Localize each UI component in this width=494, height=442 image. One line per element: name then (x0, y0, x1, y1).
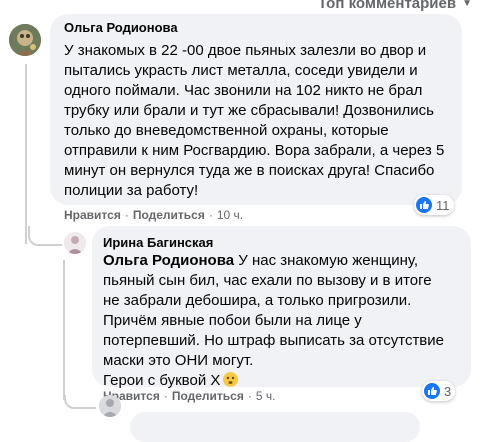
thread-connector (64, 395, 96, 409)
comment-text: Ольга Родионова У нас знакомую женщину, … (103, 251, 468, 391)
smile-emoji-icon (223, 372, 239, 387)
mention-link[interactable]: Ольга Родионова (103, 252, 234, 269)
comment-bubble (130, 412, 420, 442)
thread-connector (28, 226, 62, 246)
avatar[interactable] (99, 395, 121, 417)
share-button[interactable]: Поделиться (133, 208, 205, 222)
comment-body: У нас знакомую женщину, пьяный сын бил, … (103, 252, 445, 389)
comment-timestamp[interactable]: 5 ч. (256, 389, 276, 403)
comment-author[interactable]: Ирина Багинская (103, 235, 213, 250)
share-button[interactable]: Поделиться (172, 389, 244, 403)
sort-label: Топ комментариев (317, 0, 457, 12)
like-button[interactable]: Нравится (64, 208, 121, 222)
sort-menu[interactable]: Топ комментариев ▼ (318, 0, 472, 12)
comment-timestamp[interactable]: 10 ч. (217, 208, 243, 222)
comment-actions: Нравится · Поделиться · 5 ч. (103, 389, 276, 403)
avatar[interactable] (64, 232, 86, 254)
reaction-badge[interactable]: 3 (422, 381, 456, 401)
like-icon (416, 197, 432, 213)
like-icon (424, 383, 440, 399)
comment-actions: Нравится · Поделиться · 10 ч. (64, 208, 244, 222)
reaction-count: 11 (436, 197, 450, 213)
chevron-down-icon: ▼ (462, 0, 472, 9)
thread-line (63, 260, 67, 400)
comment-author[interactable]: Ольга Родионова (64, 20, 178, 35)
comment-text: У знакомых в 22 -00 двое пьяных залезли … (64, 42, 445, 199)
reaction-badge[interactable]: 11 (414, 195, 454, 215)
avatar[interactable] (9, 24, 41, 56)
reaction-count: 3 (444, 383, 452, 399)
